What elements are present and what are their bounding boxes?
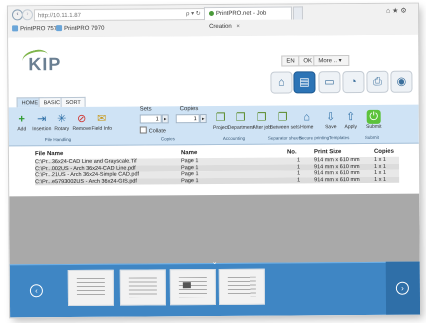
forward-button[interactable]: › [21,9,34,21]
group-templates: Templates [328,135,350,141]
home-icon[interactable]: ⌂ [270,71,293,94]
more-chevron-icon: ▾ [338,58,342,65]
job-list-icon[interactable]: ▭ [318,71,341,94]
department-icon: ❐ [235,111,246,124]
collapse-strip-icon[interactable]: ⌄ [212,259,218,266]
cell-name: Page 1 [181,177,199,184]
col-no[interactable]: No. [287,148,297,156]
table-row[interactable]: C:\Pr...e5793002US - Arch 36x24-GIS.pdf … [35,176,400,186]
group-file-handling: File Handling [44,136,72,143]
previous-page-icon[interactable]: ‹ [29,284,43,298]
collate-checkbox[interactable]: Collate [139,126,166,135]
page-thumbnail[interactable] [119,269,167,306]
copies-label: Copies [179,106,199,113]
insertion-icon: ⇥ [37,113,47,126]
save-icon: ⇩ [326,111,336,124]
remove-icon: ⊘ [77,112,87,125]
language-button[interactable]: EN [281,55,300,67]
between-sets-icon: ❐ [277,111,288,124]
project-icon: ❐ [215,111,226,124]
secure-home-icon: ⌂ [303,111,311,124]
page-thumbnail[interactable] [67,269,115,307]
col-copies[interactable]: Copies [374,148,394,156]
address-bar[interactable]: http://10.11.1.87 [33,8,210,22]
field-info-button[interactable]: ✉ Field Info [91,112,112,132]
department-button[interactable]: ❐ Department [228,111,254,131]
thumbnail-drawing [128,277,157,298]
printer-icon[interactable]: ▤ [293,71,316,94]
between-sets-button[interactable]: ❐ Between sets [270,110,300,130]
sets-label: Sets [139,106,152,113]
browser-toolbar-icons[interactable]: ⌂ ★ ⚙ [386,7,407,17]
after-job-icon: ❐ [256,111,267,124]
apply-icon: ⇧ [346,111,356,124]
thumbnail-drawing [227,276,256,297]
globe-icon[interactable]: ◉ [390,70,413,93]
screenshot-frame: ‹ › http://10.11.1.87 ρ ▾ ↻ PrintPRO.net… [7,3,421,318]
sets-spin-icon[interactable]: ▸ [161,114,169,124]
browser-tab-job-creation[interactable]: PrintPRO.net - Job Creation × [203,6,293,30]
new-tab-button[interactable] [292,6,304,20]
cell-print-size: 914 mm x 610 mm [314,176,360,183]
copies-spin-icon[interactable]: ▸ [199,114,207,124]
col-name[interactable]: Name [181,149,197,157]
after-job-button[interactable]: ❐ After job [252,111,271,131]
secure-home-button[interactable]: ⌂ Home [298,110,316,130]
submit-icon: ⏻ [366,109,381,124]
page-thumbnail[interactable] [169,268,217,306]
submit-button[interactable]: ⏻ Submit [365,109,383,130]
col-print-size[interactable]: Print Size [314,148,341,156]
more-button[interactable]: More .. ▾ [313,55,350,67]
group-accounting: Accounting [222,135,246,141]
kip-logo: KIP [28,54,62,75]
field-info-icon: ✉ [97,112,107,125]
cell-file-name: C:\Pr...e5793002US - Arch 36x24-GIS.pdf [35,178,137,185]
group-secure-printing: Secure printing [298,135,330,141]
copies-input[interactable]: 1 [175,114,200,124]
favorite-link-7970[interactable]: PrintPRO 7970 [56,25,104,34]
favorite-link-7570[interactable]: PrintPRO 7570 [12,25,60,34]
address-bar-icons[interactable]: ρ ▾ ↻ [186,8,201,20]
checkbox-icon [139,126,147,134]
thumbnail-block [182,282,191,289]
col-file-name[interactable]: File Name [35,150,63,158]
favorite-icon [12,25,19,32]
workspace-area [9,193,420,265]
thumbnail-drawing [76,277,105,298]
sets-input[interactable]: 1 [139,114,162,124]
cell-copies: 1 x 1 [374,176,387,183]
rotary-icon: ✳ [57,113,67,126]
tab-favicon-icon [208,10,214,17]
cell-no: 1 [297,176,301,183]
tab-close-icon[interactable]: × [236,24,240,30]
group-separator-sheets: Separator sheets [267,135,303,141]
group-submit: Submit [364,134,379,140]
page-thumbnail[interactable] [218,268,266,305]
tab-sort[interactable]: SORT [60,96,86,108]
group-copies: Copies [160,136,175,142]
print-queue-icon[interactable]: ⎙ [366,70,389,93]
next-page-icon[interactable]: › [395,281,409,295]
settings-dial-icon[interactable]: ◔ [342,70,365,94]
apply-template-button[interactable]: ⇧ Apply [342,110,360,130]
favorite-icon [56,25,63,32]
add-icon: + [18,113,25,126]
